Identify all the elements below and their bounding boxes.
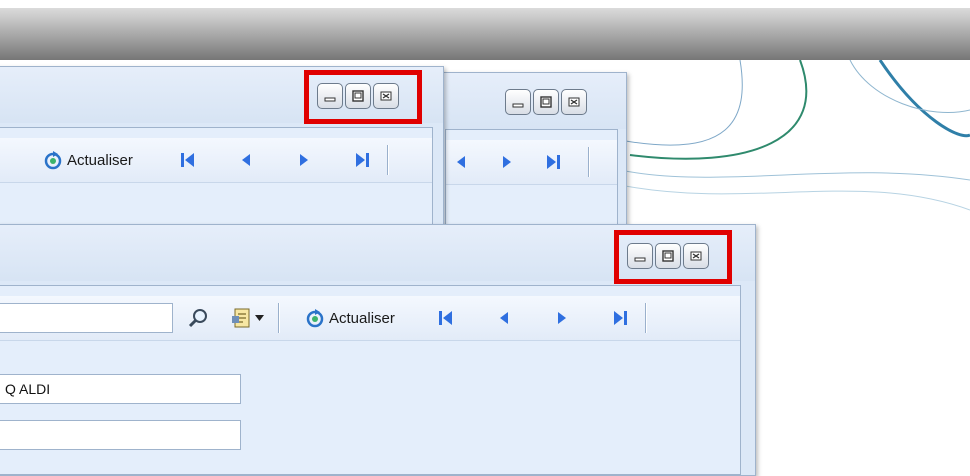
last-record-icon: [547, 155, 560, 169]
chevron-down-icon: [255, 315, 264, 321]
toolbar: Actualiser: [0, 296, 740, 341]
next-record-icon: [557, 312, 566, 324]
refresh-icon: [306, 309, 324, 328]
previous-record-icon: [241, 154, 250, 166]
window-controls: [505, 89, 587, 115]
maximize-icon: [540, 96, 552, 108]
refresh-button[interactable]: Actualiser: [305, 304, 395, 332]
toolbar: [446, 140, 617, 185]
toolbar-separator: [278, 303, 279, 333]
last-record-icon: [613, 311, 627, 325]
previous-record-button[interactable]: [235, 149, 257, 171]
first-record-icon: [438, 311, 452, 325]
last-record-button[interactable]: [351, 149, 373, 171]
refresh-label: Actualiser: [329, 309, 395, 327]
previous-record-button[interactable]: [450, 151, 472, 173]
search-input[interactable]: [0, 303, 173, 333]
refresh-label: Actualiser: [67, 151, 133, 169]
text-field-2[interactable]: [0, 420, 241, 450]
next-record-icon: [503, 156, 511, 168]
last-record-icon: [355, 153, 369, 167]
window-back-left: Actualiser: [0, 66, 444, 238]
window-front: Actualiser Q ALDI: [0, 224, 756, 476]
minimize-button[interactable]: [505, 89, 531, 115]
first-record-button[interactable]: [177, 149, 199, 171]
refresh-icon: [44, 151, 62, 170]
previous-record-icon: [499, 312, 508, 324]
search-button[interactable]: [187, 307, 209, 329]
next-record-button[interactable]: [496, 151, 518, 173]
previous-record-button[interactable]: [493, 307, 515, 329]
maximize-button[interactable]: [533, 89, 559, 115]
next-record-button[interactable]: [551, 307, 573, 329]
refresh-button[interactable]: Actualiser: [43, 146, 133, 174]
next-record-button[interactable]: [293, 149, 315, 171]
desktop-top-bar: [0, 0, 970, 60]
previous-record-icon: [457, 156, 465, 168]
next-record-icon: [299, 154, 308, 166]
toolbar-separator: [588, 147, 589, 177]
window-controls-highlight: [304, 70, 422, 124]
toolbar: Actualiser: [0, 138, 432, 183]
window-controls-highlight: [614, 230, 732, 284]
last-record-button[interactable]: [609, 307, 631, 329]
text-field-1[interactable]: Q ALDI: [0, 374, 241, 404]
search-icon: [188, 309, 207, 328]
first-record-button[interactable]: [435, 307, 457, 329]
toolbar-separator: [386, 145, 388, 175]
top-strip: [0, 0, 970, 8]
window-content: Actualiser: [0, 127, 433, 237]
minimize-icon: [512, 103, 524, 108]
report-icon: [232, 308, 250, 328]
close-icon: [568, 97, 580, 107]
report-menu-button[interactable]: [231, 304, 264, 332]
toolbar-separator: [644, 303, 646, 333]
last-record-button[interactable]: [542, 151, 564, 173]
window-back-right: [440, 72, 627, 244]
window-content: Actualiser Q ALDI: [0, 285, 741, 475]
first-record-icon: [180, 153, 194, 167]
close-button[interactable]: [561, 89, 587, 115]
